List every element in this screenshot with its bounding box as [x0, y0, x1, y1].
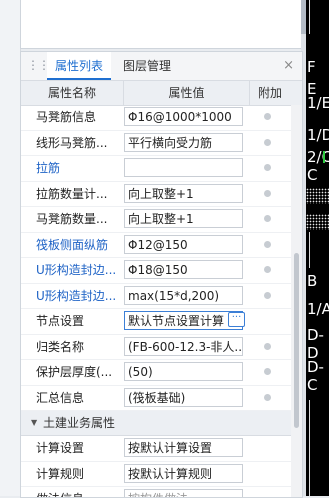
property-row[interactable]: 保护层厚度(... (50) — [21, 360, 291, 386]
cad-hatch — [306, 188, 329, 204]
panel-scrollbar[interactable] — [291, 105, 302, 497]
column-name-header: 属性名称 — [21, 81, 124, 105]
property-row[interactable]: U形构造封边... max(15*d,200) — [21, 284, 291, 309]
property-value-field[interactable]: Φ16@1000*1000 — [124, 107, 243, 126]
tab-property-list[interactable]: 属性列表 — [47, 52, 111, 80]
append-checkbox[interactable] — [264, 342, 271, 350]
append-checkbox[interactable] — [264, 393, 271, 401]
property-name: 线形马凳筋... — [36, 135, 108, 150]
column-header: 属性名称 属性值 附加 — [21, 81, 302, 106]
axis-label: 1/A — [307, 300, 329, 318]
append-checkbox[interactable] — [264, 368, 271, 375]
property-value-field[interactable] — [124, 158, 243, 177]
property-value-field[interactable]: 向上取整+1 — [124, 183, 243, 203]
cad-grid-line — [309, 232, 310, 268]
cad-drawing-area[interactable]: F E 1/E 1/D 2/C C B 1/A D-D D-C — [306, 0, 329, 496]
upper-panel — [20, 0, 303, 49]
property-row[interactable]: 做法信息 按构件做法 — [21, 487, 291, 497]
cad-grid-line — [309, 400, 310, 496]
property-name: 拉筋 — [36, 161, 61, 175]
column-value-header: 属性值 — [124, 81, 250, 105]
property-value-field[interactable]: max(15*d,200) — [124, 285, 243, 305]
append-checkbox[interactable] — [264, 240, 271, 248]
section-label: 土建业务属性 — [43, 416, 116, 430]
property-name: 做法信息 — [36, 487, 122, 497]
property-row[interactable]: 马凳筋数量... 向上取整+1 — [21, 207, 291, 233]
drag-grip-icon[interactable]: ⋮⋮ — [27, 58, 50, 72]
tab-layer-manager[interactable]: 图层管理 — [123, 52, 171, 80]
axis-label: 1/E — [307, 94, 329, 112]
property-name: 保护层厚度(... — [36, 365, 113, 379]
panel-scrollbar-thumb[interactable] — [294, 253, 299, 428]
property-row[interactable]: 汇总信息 (筏板基础) — [21, 386, 291, 411]
property-value-field[interactable]: 按构件做法 — [124, 489, 243, 497]
property-row[interactable]: 计算设置 按默认计算设置 — [21, 436, 291, 462]
axis-label: D-C — [307, 358, 324, 394]
property-value-field[interactable]: 按默认计算规则 — [124, 463, 243, 483]
cad-hatch — [306, 214, 329, 230]
property-value-field[interactable]: 向上取整+1 — [124, 209, 243, 228]
more-options-button[interactable]: ··· — [228, 312, 245, 327]
property-value-field[interactable]: 默认节点设置计算 — [124, 311, 243, 330]
append-checkbox[interactable] — [264, 138, 271, 146]
append-checkbox[interactable] — [264, 164, 271, 171]
property-row[interactable]: 马凳筋信息 Φ16@1000*1000 — [21, 105, 291, 131]
axis-label: D-D — [307, 326, 324, 362]
property-rows: 马凳筋信息 Φ16@1000*1000 线形马凳筋... 平行横向受力筋 拉筋 … — [21, 105, 291, 497]
property-value-field[interactable]: (50) — [124, 362, 243, 381]
append-checkbox[interactable] — [264, 266, 271, 273]
append-checkbox[interactable] — [264, 113, 271, 120]
property-name: 汇总信息 — [36, 390, 85, 405]
property-row[interactable]: 筏板侧面纵筋 Φ12@150 — [21, 233, 291, 258]
property-row[interactable]: 拉筋数量计... 向上取整+1 — [21, 182, 291, 207]
axis-label: B — [307, 272, 318, 290]
property-value-field[interactable]: Φ12@150 — [124, 234, 243, 254]
property-value-field[interactable]: (筏板基础) — [124, 387, 243, 407]
property-value-field[interactable]: 平行横向受力筋 — [124, 132, 243, 152]
property-value-field[interactable]: Φ18@150 — [124, 260, 243, 279]
property-value-field[interactable]: 按默认计算设置 — [124, 438, 243, 457]
property-name: 拉筋数量计... — [36, 186, 108, 201]
property-row[interactable]: 归类名称 (FB-600-12.3-非人... — [21, 335, 291, 360]
axis-label: F — [307, 58, 316, 76]
property-name: U形构造封边... — [36, 288, 117, 303]
column-extra-header: 附加 — [257, 86, 282, 100]
property-name: 计算规则 — [36, 466, 85, 481]
append-checkbox[interactable] — [264, 189, 271, 197]
property-row[interactable]: 线形马凳筋... 平行横向受力筋 — [21, 131, 291, 156]
property-name: U形构造封边... — [36, 263, 117, 277]
panel-tab-bar: ⋮⋮ 属性列表 图层管理 × — [21, 52, 302, 81]
property-name: 计算设置 — [36, 441, 85, 455]
section-header[interactable]: ▼ 土建业务属性 — [21, 411, 291, 436]
property-row[interactable]: 计算规则 按默认计算规则 — [21, 462, 291, 487]
collapse-arrow-icon[interactable]: ▼ — [31, 411, 37, 435]
property-name: 马凳筋数量... — [36, 212, 108, 226]
property-value-field[interactable]: (FB-600-12.3-非人... — [124, 336, 243, 356]
property-panel: ⋮⋮ 属性列表 图层管理 × 属性名称 属性值 附加 马凳筋信息 Φ16@100… — [20, 51, 303, 498]
cad-marker — [323, 151, 325, 163]
axis-label: 2/C — [307, 148, 329, 166]
close-icon[interactable]: × — [283, 58, 294, 73]
append-checkbox[interactable] — [264, 215, 271, 222]
left-dock-strip — [0, 0, 21, 496]
property-name: 马凳筋信息 — [36, 110, 97, 124]
property-name: 节点设置 — [36, 314, 85, 328]
property-row[interactable]: 拉筋 — [21, 156, 291, 182]
property-row[interactable]: U形构造封边... Φ18@150 — [21, 258, 291, 284]
axis-label: C — [307, 166, 318, 184]
axis-label: 1/D — [307, 126, 329, 144]
property-name: 筏板侧面纵筋 — [36, 237, 109, 252]
property-row[interactable]: 节点设置 默认节点设置计算 ··· — [21, 309, 291, 335]
cad-grid-line — [309, 0, 310, 34]
property-name: 归类名称 — [36, 339, 85, 354]
append-checkbox[interactable] — [264, 291, 271, 299]
